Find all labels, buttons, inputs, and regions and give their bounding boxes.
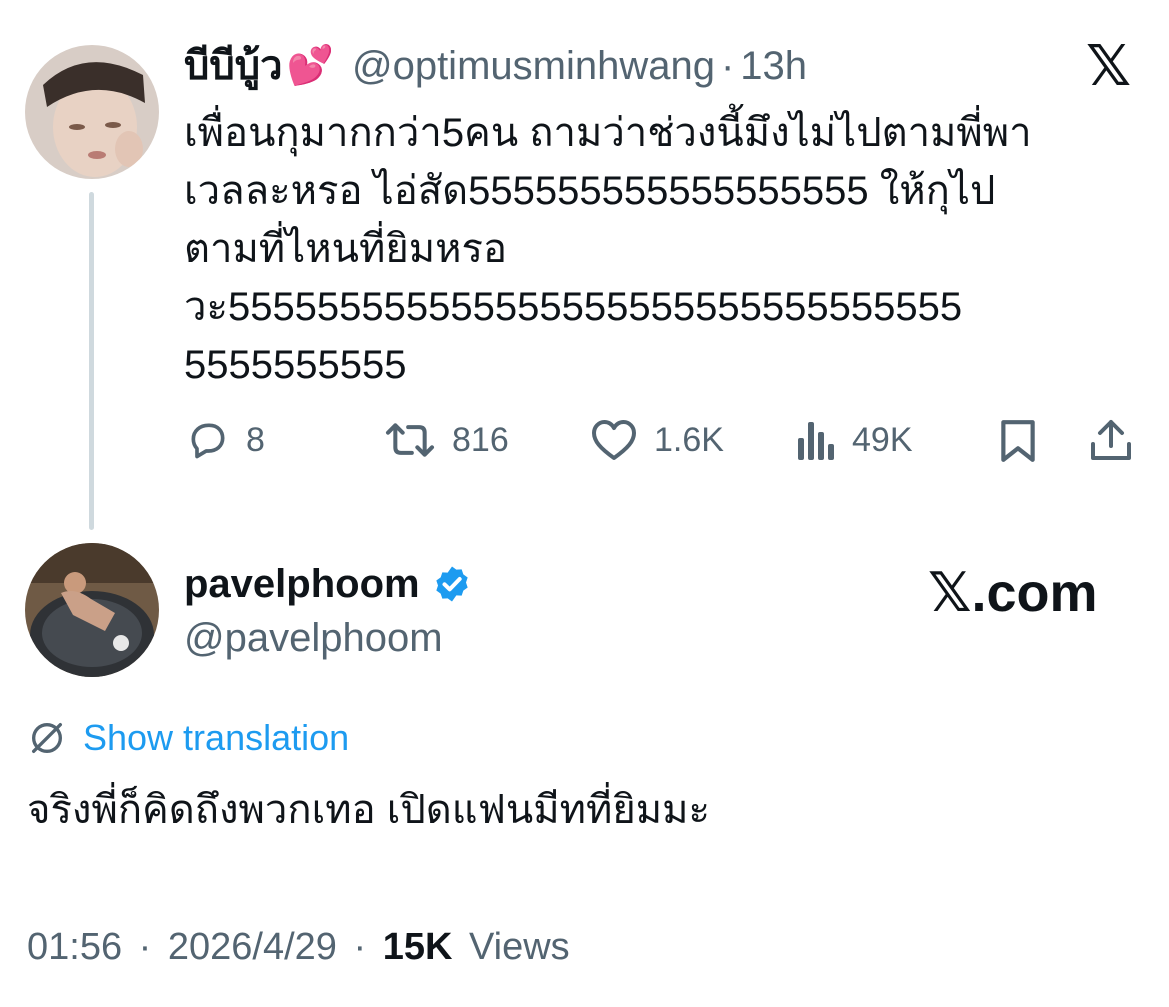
tweet-time[interactable]: 01:56 [27,926,122,968]
repost-button[interactable]: 816 [384,418,509,462]
tweet-date[interactable]: 2026/4/29 [168,926,337,968]
bookmark-icon [1001,420,1035,462]
author-avatar[interactable] [25,543,159,677]
two-hearts-emoji: 💕 [286,45,334,87]
views-button[interactable]: 49K [796,418,913,462]
quoted-author-avatar[interactable] [25,45,159,179]
reply-icon [191,423,225,459]
x-com-brand[interactable]: 𝕏.com [928,562,1098,624]
separator-dot: · [353,926,367,968]
quoted-text-line: ตามที่ไหนที่ยิมหรอ [184,227,508,271]
repost-count: 816 [452,420,509,459]
views-icon [798,422,834,460]
repost-icon [385,423,435,457]
views-count: 49K [852,420,913,459]
like-icon [592,420,636,460]
share-icon [1091,420,1131,460]
tweet-text: จริงพี่ก็คิดถึงพวกเทอ เปิดแฟนมีทที่ยิมมะ [27,788,710,832]
author-handle[interactable]: @pavelphoom [184,614,443,662]
bookmark-button[interactable] [998,418,1038,464]
show-translation-label[interactable]: Show translation [83,716,349,760]
like-count: 1.6K [654,420,724,459]
tweet-meta: 01:56 · 2026/4/29 · 15K Views [27,922,570,972]
separator-dot: · [138,926,152,968]
quoted-text-line: เวลละหรอ ไอ่สัด555555555555555555 ให้กุไ… [184,169,996,213]
separator-dot: · [720,44,735,88]
quoted-tweet-header: บีบีบู้ว 💕 @optimusminhwang · 13h [184,42,807,90]
thread-connector [89,192,94,530]
views-label: Views [469,926,570,968]
quoted-text-line: เพื่อนกุมากกว่า5คน ถามว่าช่วงนี้มึงไม่ไป… [184,111,1032,155]
author-header: pavelphoom [184,560,472,608]
like-button[interactable]: 1.6K [590,418,724,462]
reply-count: 8 [246,420,265,459]
quoted-tweet-text: เพื่อนกุมากกว่า5คน ถามว่าช่วงนี้มึงไม่ไป… [184,104,1144,394]
quoted-text-line: วะ555555555555555555555555555555555 [184,285,963,329]
quoted-text-line: 5555555555 [184,343,407,387]
quoted-handle[interactable]: @optimusminhwang [352,42,715,90]
verified-badge-icon [435,566,468,602]
quoted-timestamp[interactable]: 13h [740,42,807,90]
views-total: 15K [382,926,453,968]
author-display-name[interactable]: pavelphoom [184,560,420,608]
show-translation-link[interactable]: Show translation [27,716,349,760]
x-logo-icon[interactable]: 𝕏 [1086,36,1131,96]
reply-button[interactable]: 8 [186,418,265,462]
quoted-display-name[interactable]: บีบีบู้ว [184,42,283,90]
share-button[interactable] [1088,416,1134,464]
translate-globe-icon [31,723,62,753]
